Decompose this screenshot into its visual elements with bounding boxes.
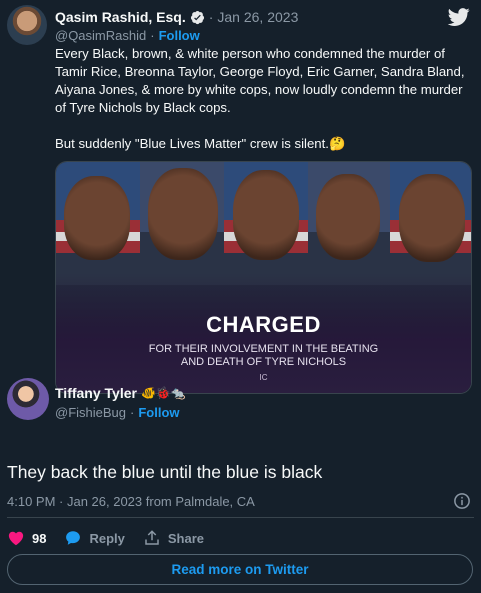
photo-watermark: IC <box>259 373 268 382</box>
reply-author-avatar[interactable] <box>7 378 49 420</box>
quoted-text-paragraph-2: But suddenly "Blue Lives Matter" crew is… <box>55 136 346 151</box>
quoted-tweet-header: Qasim Rashid, Esq. · Jan 26, 2023 <box>55 8 441 26</box>
handle-separator: · <box>150 27 155 43</box>
reply-meta-row: 4:10 PM · Jan 26, 2023 from Palmdale, CA <box>7 492 471 510</box>
quoted-handle-row: @QasimRashid · Follow <box>55 27 200 43</box>
photo-subtext: FOR THEIR INVOLVEMENT IN THE BEATING AND… <box>56 343 471 369</box>
tweet-actions: 98 Reply Share <box>7 527 204 549</box>
reply-timestamp[interactable]: 4:10 PM · Jan 26, 2023 from Palmdale, CA <box>7 494 255 509</box>
reply-author-handle[interactable]: @FishieBug <box>55 405 126 420</box>
reply-tweet-text: They back the blue until the blue is bla… <box>7 462 323 482</box>
quoted-tweet-text: Every Black, brown, & white person who c… <box>55 45 475 153</box>
photo-subtext-line-1: FOR THEIR INVOLVEMENT IN THE BEATING <box>148 343 379 355</box>
quoted-author-avatar[interactable] <box>7 5 47 45</box>
reply-handle-row: @FishieBug · Follow <box>55 404 180 420</box>
twitter-logo-icon[interactable] <box>447 6 471 28</box>
header-separator: · <box>208 9 214 25</box>
photo-headline: CHARGED <box>206 312 321 337</box>
like-button[interactable]: 98 <box>7 529 46 547</box>
heart-icon <box>8 531 24 546</box>
share-label: Share <box>167 530 205 546</box>
reply-label: Reply <box>89 530 125 546</box>
quoted-author-handle[interactable]: @QasimRashid <box>55 28 146 43</box>
verified-badge-icon <box>190 10 204 24</box>
info-icon[interactable] <box>453 492 471 510</box>
quoted-tweet-date[interactable]: Jan 26, 2023 <box>217 9 298 25</box>
read-more-button[interactable]: Read more on Twitter <box>7 554 473 585</box>
share-upload-icon <box>145 530 159 545</box>
reply-button[interactable]: Reply <box>64 529 125 547</box>
reply-author-name[interactable]: Tiffany Tyler <box>55 385 137 401</box>
quoted-follow-link[interactable]: Follow <box>159 28 200 43</box>
quoted-tweet-photo[interactable]: CHARGED FOR THEIR INVOLVEMENT IN THE BEA… <box>55 161 472 394</box>
quoted-author-name[interactable]: Qasim Rashid, Esq. <box>55 9 186 25</box>
reply-handle-separator: · <box>130 404 135 420</box>
divider <box>7 517 474 518</box>
share-button[interactable]: Share <box>143 529 204 547</box>
reply-follow-link[interactable]: Follow <box>138 405 179 420</box>
speech-bubble-icon <box>66 531 81 545</box>
photo-subtext-line-2: AND DEATH OF TYRE NICHOLS <box>180 356 347 368</box>
name-emojis: 🐠🐞🐀 <box>140 386 186 400</box>
like-count: 98 <box>32 530 47 546</box>
quoted-text-paragraph-1: Every Black, brown, & white person who c… <box>55 46 468 115</box>
reply-header: Tiffany Tyler 🐠🐞🐀 <box>55 384 186 402</box>
